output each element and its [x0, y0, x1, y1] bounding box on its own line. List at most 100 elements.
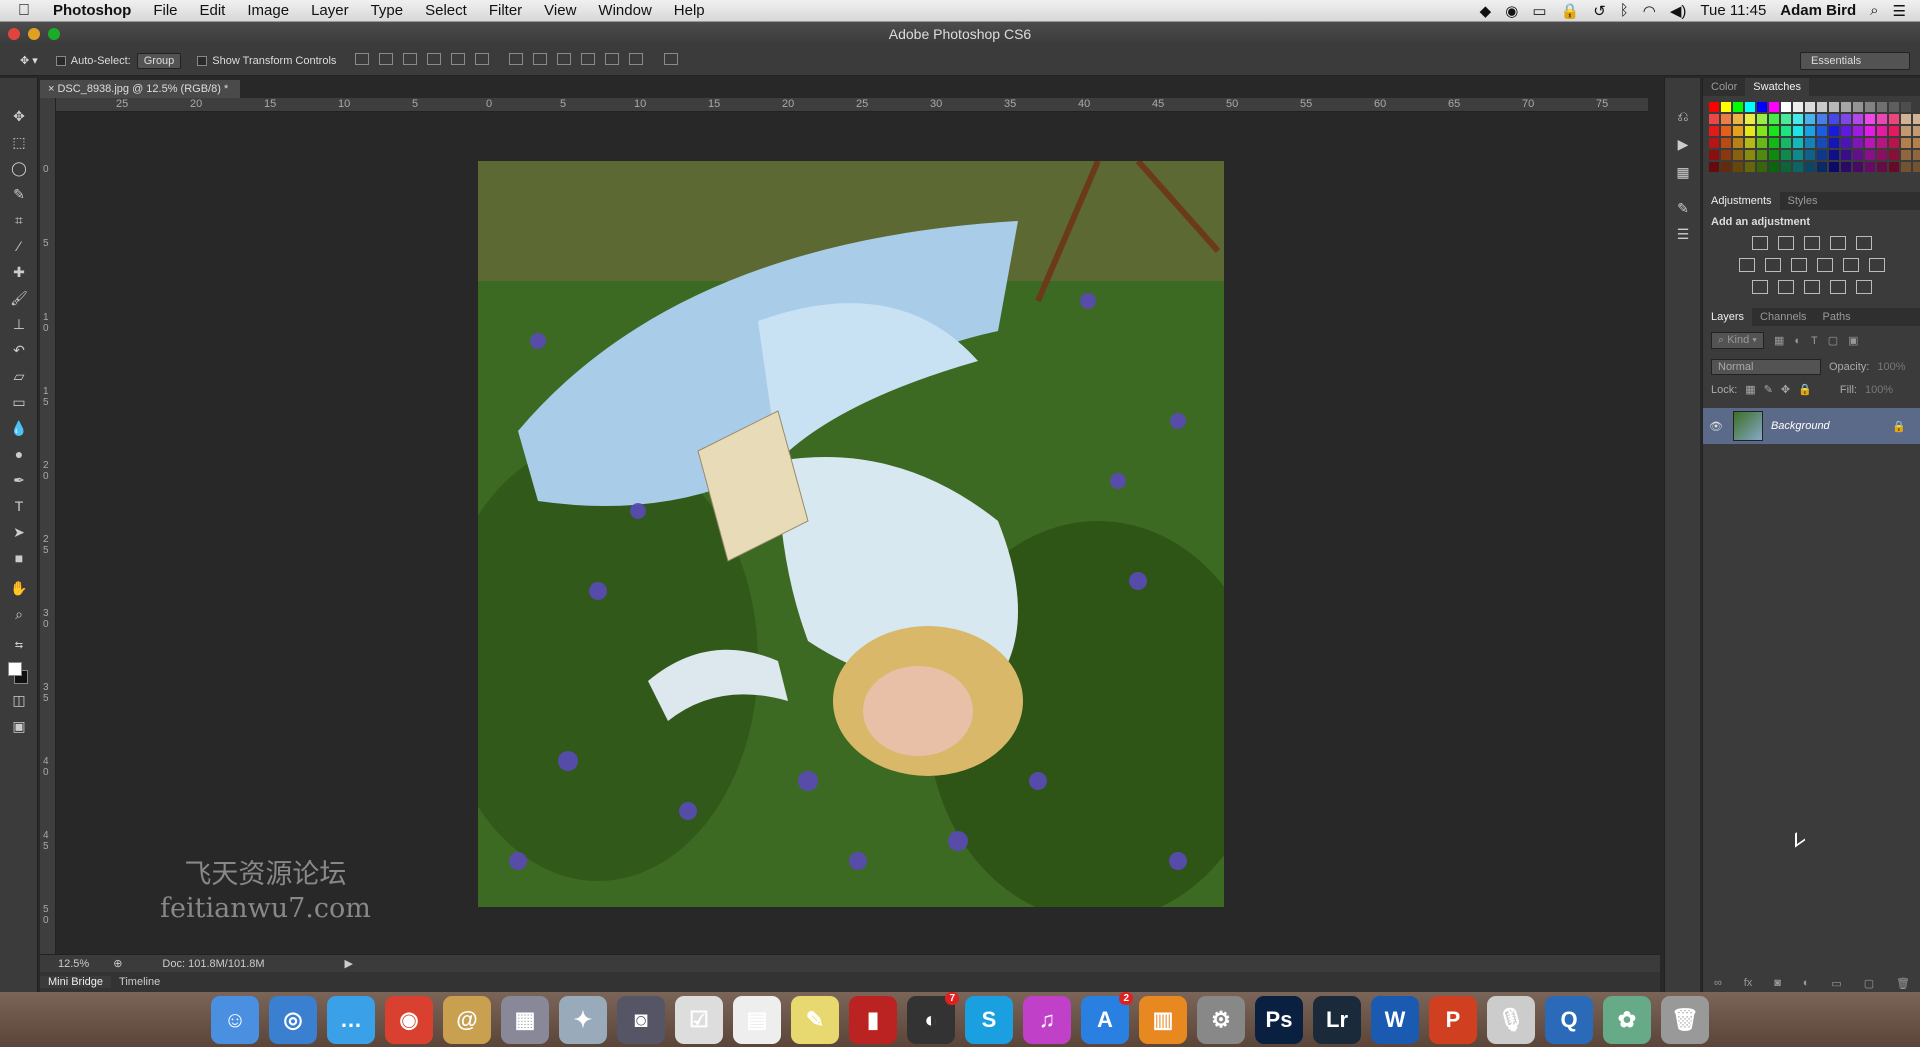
swatch[interactable] [1901, 150, 1911, 160]
swatch[interactable] [1853, 114, 1863, 124]
menu-type[interactable]: Type [360, 2, 415, 19]
swatch[interactable] [1745, 138, 1755, 148]
swatch[interactable] [1781, 162, 1791, 172]
swatch[interactable] [1853, 150, 1863, 160]
swatch[interactable] [1829, 114, 1839, 124]
align-left-icon[interactable] [427, 53, 442, 65]
align-right-icon[interactable] [475, 53, 490, 65]
swatch[interactable] [1805, 102, 1815, 112]
swatch[interactable] [1709, 126, 1719, 136]
swatch[interactable] [1793, 114, 1803, 124]
eyedropper-tool-icon[interactable]: ⁄ [8, 236, 30, 256]
swatch[interactable] [1805, 162, 1815, 172]
swatch[interactable] [1709, 114, 1719, 124]
swatch[interactable] [1817, 102, 1827, 112]
tool-presets-icon[interactable]: ☰ [1672, 224, 1694, 244]
dock-stickies-icon[interactable]: ✎ [791, 995, 839, 1044]
swatch[interactable] [1757, 126, 1767, 136]
swatch[interactable] [1781, 150, 1791, 160]
swatch[interactable] [1817, 114, 1827, 124]
distribute-vcenter-icon[interactable] [533, 53, 548, 65]
swatch[interactable] [1841, 162, 1851, 172]
swatch[interactable] [1877, 150, 1887, 160]
lock-position-icon[interactable]: ✥ [1781, 383, 1790, 396]
menu-file[interactable]: File [142, 2, 188, 19]
align-bottom-icon[interactable] [403, 53, 418, 65]
volume-icon[interactable]: ◀) [1670, 2, 1687, 20]
document-image[interactable] [478, 161, 1224, 907]
swatch[interactable] [1913, 162, 1920, 172]
dock-powerpoint-icon[interactable]: P [1429, 995, 1477, 1044]
swatch[interactable] [1853, 102, 1863, 112]
stamp-tool-icon[interactable]: ⊥ [8, 314, 30, 334]
swatch[interactable] [1913, 114, 1920, 124]
swatch[interactable] [1793, 150, 1803, 160]
new-group-icon[interactable]: ▭ [1831, 977, 1841, 990]
swatch[interactable] [1757, 162, 1767, 172]
swatch[interactable] [1889, 138, 1899, 148]
auto-select-dropdown[interactable]: Group [136, 52, 182, 69]
path-select-tool-icon[interactable]: ➤ [8, 522, 30, 542]
swatch[interactable] [1841, 138, 1851, 148]
swatch[interactable] [1865, 114, 1875, 124]
lasso-tool-icon[interactable]: ◯ [8, 158, 30, 178]
swatch[interactable] [1757, 102, 1767, 112]
threshold-icon[interactable] [1803, 280, 1820, 294]
dock-preview-icon[interactable]: ✦ [559, 995, 607, 1044]
dock-skype-icon[interactable]: S [965, 995, 1013, 1044]
swatch[interactable] [1769, 138, 1779, 148]
visibility-eye-icon[interactable]: 👁 [1709, 420, 1723, 433]
quick-select-tool-icon[interactable]: ✎ [8, 184, 30, 204]
swatch[interactable] [1865, 102, 1875, 112]
menu-filter[interactable]: Filter [478, 2, 533, 19]
tab-paths[interactable]: Paths [1815, 311, 1859, 323]
eraser-tool-icon[interactable]: ▱ [8, 366, 30, 386]
clock[interactable]: Tue 11:45 [1700, 2, 1766, 19]
blur-tool-icon[interactable]: 💧 [8, 418, 30, 438]
show-transform-checkbox[interactable] [197, 55, 208, 66]
dock-notes-icon[interactable]: ☑ [675, 995, 723, 1044]
invert-icon[interactable] [1751, 280, 1768, 294]
filter-type-icon[interactable]: T [1811, 335, 1818, 347]
menu-layer[interactable]: Layer [300, 2, 360, 19]
swatch[interactable] [1889, 102, 1899, 112]
swatch[interactable] [1745, 114, 1755, 124]
dock-microphone-icon[interactable]: 🎙 [1487, 995, 1535, 1044]
distribute-top-icon[interactable] [509, 53, 524, 65]
swatch[interactable] [1721, 138, 1731, 148]
color-balance-icon[interactable] [1764, 258, 1781, 272]
dock-preferences-icon[interactable]: ⚙ [1197, 995, 1245, 1044]
link-layers-icon[interactable]: ∞ [1714, 977, 1722, 990]
swatch[interactable] [1817, 150, 1827, 160]
swatch[interactable] [1781, 126, 1791, 136]
swatch[interactable] [1901, 114, 1911, 124]
swatch[interactable] [1853, 162, 1863, 172]
swatch[interactable] [1793, 162, 1803, 172]
swatch[interactable] [1865, 126, 1875, 136]
filter-smart-icon[interactable]: ▣ [1848, 334, 1858, 347]
color-lookup-icon[interactable] [1868, 258, 1885, 272]
swatch[interactable] [1721, 162, 1731, 172]
swatch[interactable] [1793, 126, 1803, 136]
swatch[interactable] [1877, 162, 1887, 172]
swatch[interactable] [1769, 114, 1779, 124]
swatch[interactable] [1769, 126, 1779, 136]
swatch[interactable] [1757, 150, 1767, 160]
selective-color-icon[interactable] [1829, 280, 1846, 294]
menu-app-name[interactable]: Photoshop [42, 2, 142, 19]
history-brush-tool-icon[interactable]: ↶ [8, 340, 30, 360]
kind-filter-dropdown[interactable]: ⌕ Kind ▾ [1711, 332, 1764, 349]
add-mask-icon[interactable]: ◙ [1774, 977, 1781, 990]
swatch[interactable] [1781, 114, 1791, 124]
dock-ibooks-icon[interactable]: ▥ [1139, 995, 1187, 1044]
levels-icon[interactable] [1777, 236, 1794, 250]
distribute-left-icon[interactable] [581, 53, 596, 65]
swatch[interactable] [1913, 138, 1920, 148]
menu-window[interactable]: Window [587, 2, 662, 19]
swatch[interactable] [1781, 102, 1791, 112]
foreground-color-swatch[interactable] [8, 662, 22, 676]
swatch[interactable] [1841, 126, 1851, 136]
pen-tool-icon[interactable]: ✒ [8, 470, 30, 490]
dock-finder-icon[interactable]: ☺ [211, 995, 259, 1044]
workspace-dropdown[interactable]: Essentials [1800, 51, 1910, 70]
